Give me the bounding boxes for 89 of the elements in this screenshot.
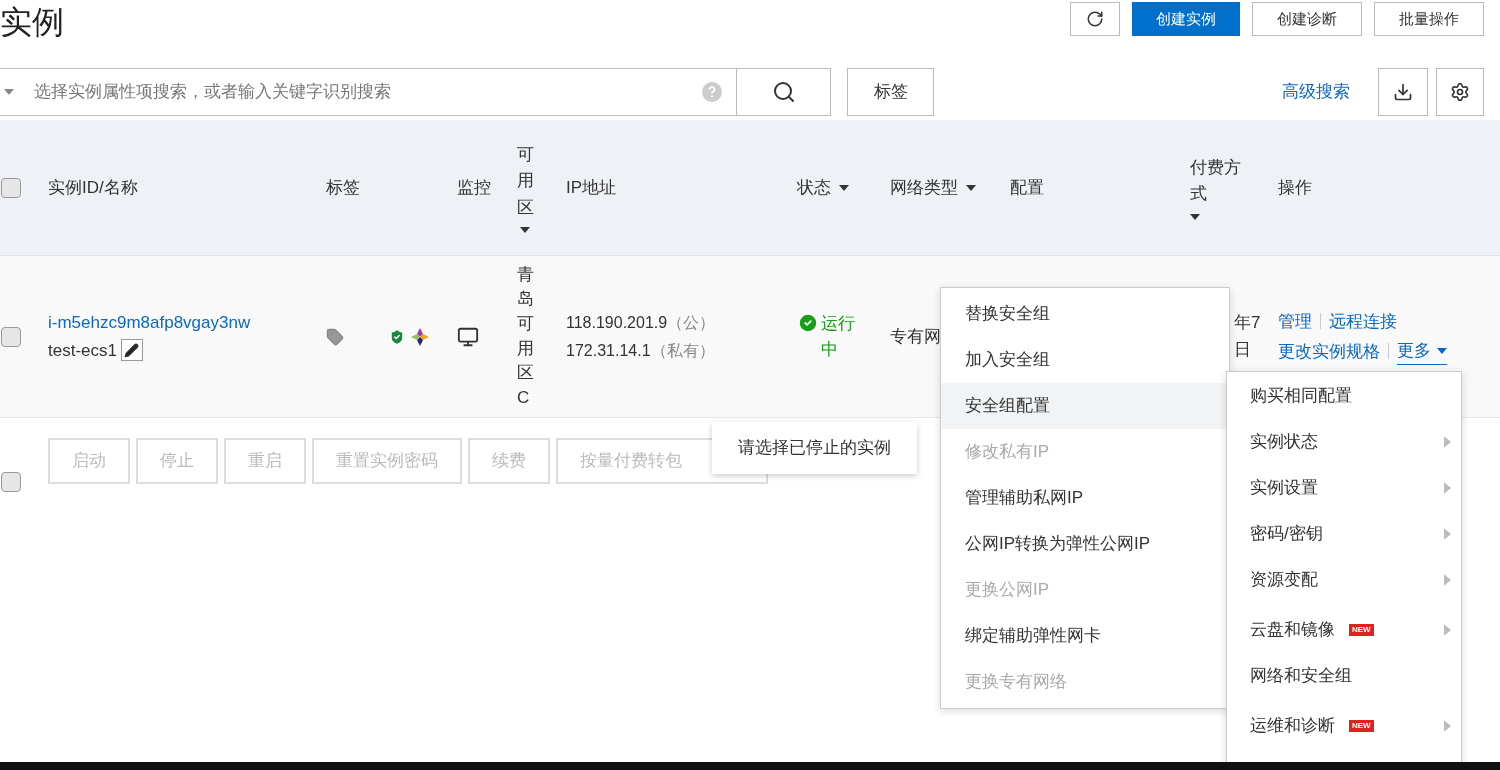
page-title: 实例 [0,3,64,42]
action-button[interactable]: 批量操作 [1374,2,1484,36]
action-button[interactable]: 创建诊断 [1252,2,1362,36]
action-button[interactable]: 创建实例 [1132,2,1240,36]
menu-item[interactable]: 资源变配 [1227,557,1461,603]
column-header: 状态 [797,176,831,199]
payment-text: 年7 [1234,312,1262,335]
public-ip: 118.190.201.9 [566,312,668,333]
more-link[interactable]: 更多 [1397,338,1447,365]
network-type: 专有网 [890,326,941,346]
column-header: 付费方式 [1190,157,1242,205]
pencil-icon [124,342,140,358]
settings-button[interactable] [1436,68,1484,116]
monitor-icon[interactable] [457,325,479,348]
instance-id-link[interactable]: i-m5ehzc9m8afp8vgay3nw [48,310,326,336]
menu-item-label: 购买相同配置 [1250,385,1352,408]
ip-type-label: （私有） [650,340,715,361]
filter-caret-icon [1190,214,1200,220]
settings-icon [1450,82,1470,102]
checkbox[interactable] [1,472,21,492]
menu-item-label: 实例设置 [1250,477,1318,500]
column-header: 标签 [326,176,360,199]
search-field[interactable]: 选择实例属性项搜索，或者输入关键字识别搜索 [0,68,737,116]
new-badge: NEW [1349,624,1374,636]
menu-item-label: 资源变配 [1250,569,1318,592]
submenu-arrow-icon [1444,436,1451,448]
column-header: 监控 [457,176,491,199]
column-header: 可用区 [517,144,534,219]
checkbox[interactable] [1,177,21,198]
dropdown-caret-icon [4,89,14,95]
tooltip: 请选择已停止的实例 [712,422,917,474]
manage-link[interactable]: 管理 [1278,308,1312,334]
zone-text: 青岛可用区C [517,263,534,409]
menu-item[interactable]: 实例状态 [1227,419,1461,465]
menu-item[interactable]: 网络和安全组 [1227,653,1461,699]
search-button[interactable] [737,68,831,116]
refresh-button[interactable] [1070,2,1120,36]
menu-item-label: 实例状态 [1250,431,1318,454]
menu-item[interactable]: 公网IP转换为弹性公网IP [941,521,1229,567]
column-header: 操作 [1278,176,1312,199]
advanced-search-link[interactable]: 高级搜索 [1282,79,1350,105]
checkbox[interactable] [1,326,21,347]
remote-connect-link[interactable]: 远程连接 [1329,308,1397,334]
private-ip: 172.31.14.1 [566,340,651,361]
instance-name: test-ecs1 [48,339,117,362]
new-badge: NEW [1349,720,1374,732]
submenu-arrow-icon [1444,482,1451,494]
column-header: 实例ID/名称 [48,176,138,199]
menu-item[interactable]: 密码/密钥 [1227,511,1461,557]
filter-caret-icon [520,227,530,233]
search-icon [771,80,796,104]
change-spec-link[interactable]: 更改实例规格 [1278,338,1380,364]
ip-type-label: （公） [667,312,716,333]
os-logo-icon [410,326,430,347]
menu-item[interactable]: 加入安全组 [941,337,1229,383]
menu-item[interactable]: 绑定辅助弹性网卡 [941,613,1229,659]
shield-icon [388,327,406,346]
tag-filter-button[interactable]: 标签 [847,68,934,116]
download-button[interactable] [1378,68,1428,116]
submenu-arrow-icon [1444,624,1451,636]
submenu-arrow-icon [1444,574,1451,586]
submenu-arrow-icon [1444,720,1451,732]
column-header: 配置 [1010,176,1044,199]
submenu-arrow-icon [1444,528,1451,540]
tag-icon[interactable] [326,327,344,346]
menu-item-label: 网络和安全组 [1250,665,1352,688]
column-header: IP地址 [566,176,617,199]
menu-item[interactable]: 安全组配置 [941,383,1229,429]
edit-button[interactable] [121,339,143,362]
status-check-icon [797,312,819,334]
menu-item[interactable]: 替换安全组 [941,291,1229,337]
menu-item[interactable]: 运维和诊断 NEW [1227,703,1461,749]
caret-icon [1437,347,1447,354]
menu-item-label: 云盘和镜像 [1250,619,1335,642]
menu-item[interactable]: 云盘和镜像 NEW [1227,607,1461,653]
menu-item-label: 运维和诊断 [1250,715,1335,738]
filter-caret-icon [839,184,849,191]
column-header: 网络类型 [890,176,958,199]
status-text: 运行中 [821,313,856,361]
menu-item-label: 密码/密钥 [1250,523,1323,546]
download-icon [1393,82,1413,102]
filter-caret-icon [966,184,976,191]
refresh-icon [1086,10,1104,28]
menu-item[interactable]: 购买相同配置 [1227,373,1461,419]
help-icon [702,82,722,102]
menu-item[interactable]: 实例设置 [1227,465,1461,511]
search-placeholder: 选择实例属性项搜索，或者输入关键字识别搜索 [34,81,392,104]
menu-item[interactable]: 管理辅助私网IP [941,475,1229,521]
payment-text: 日 [1234,338,1252,361]
